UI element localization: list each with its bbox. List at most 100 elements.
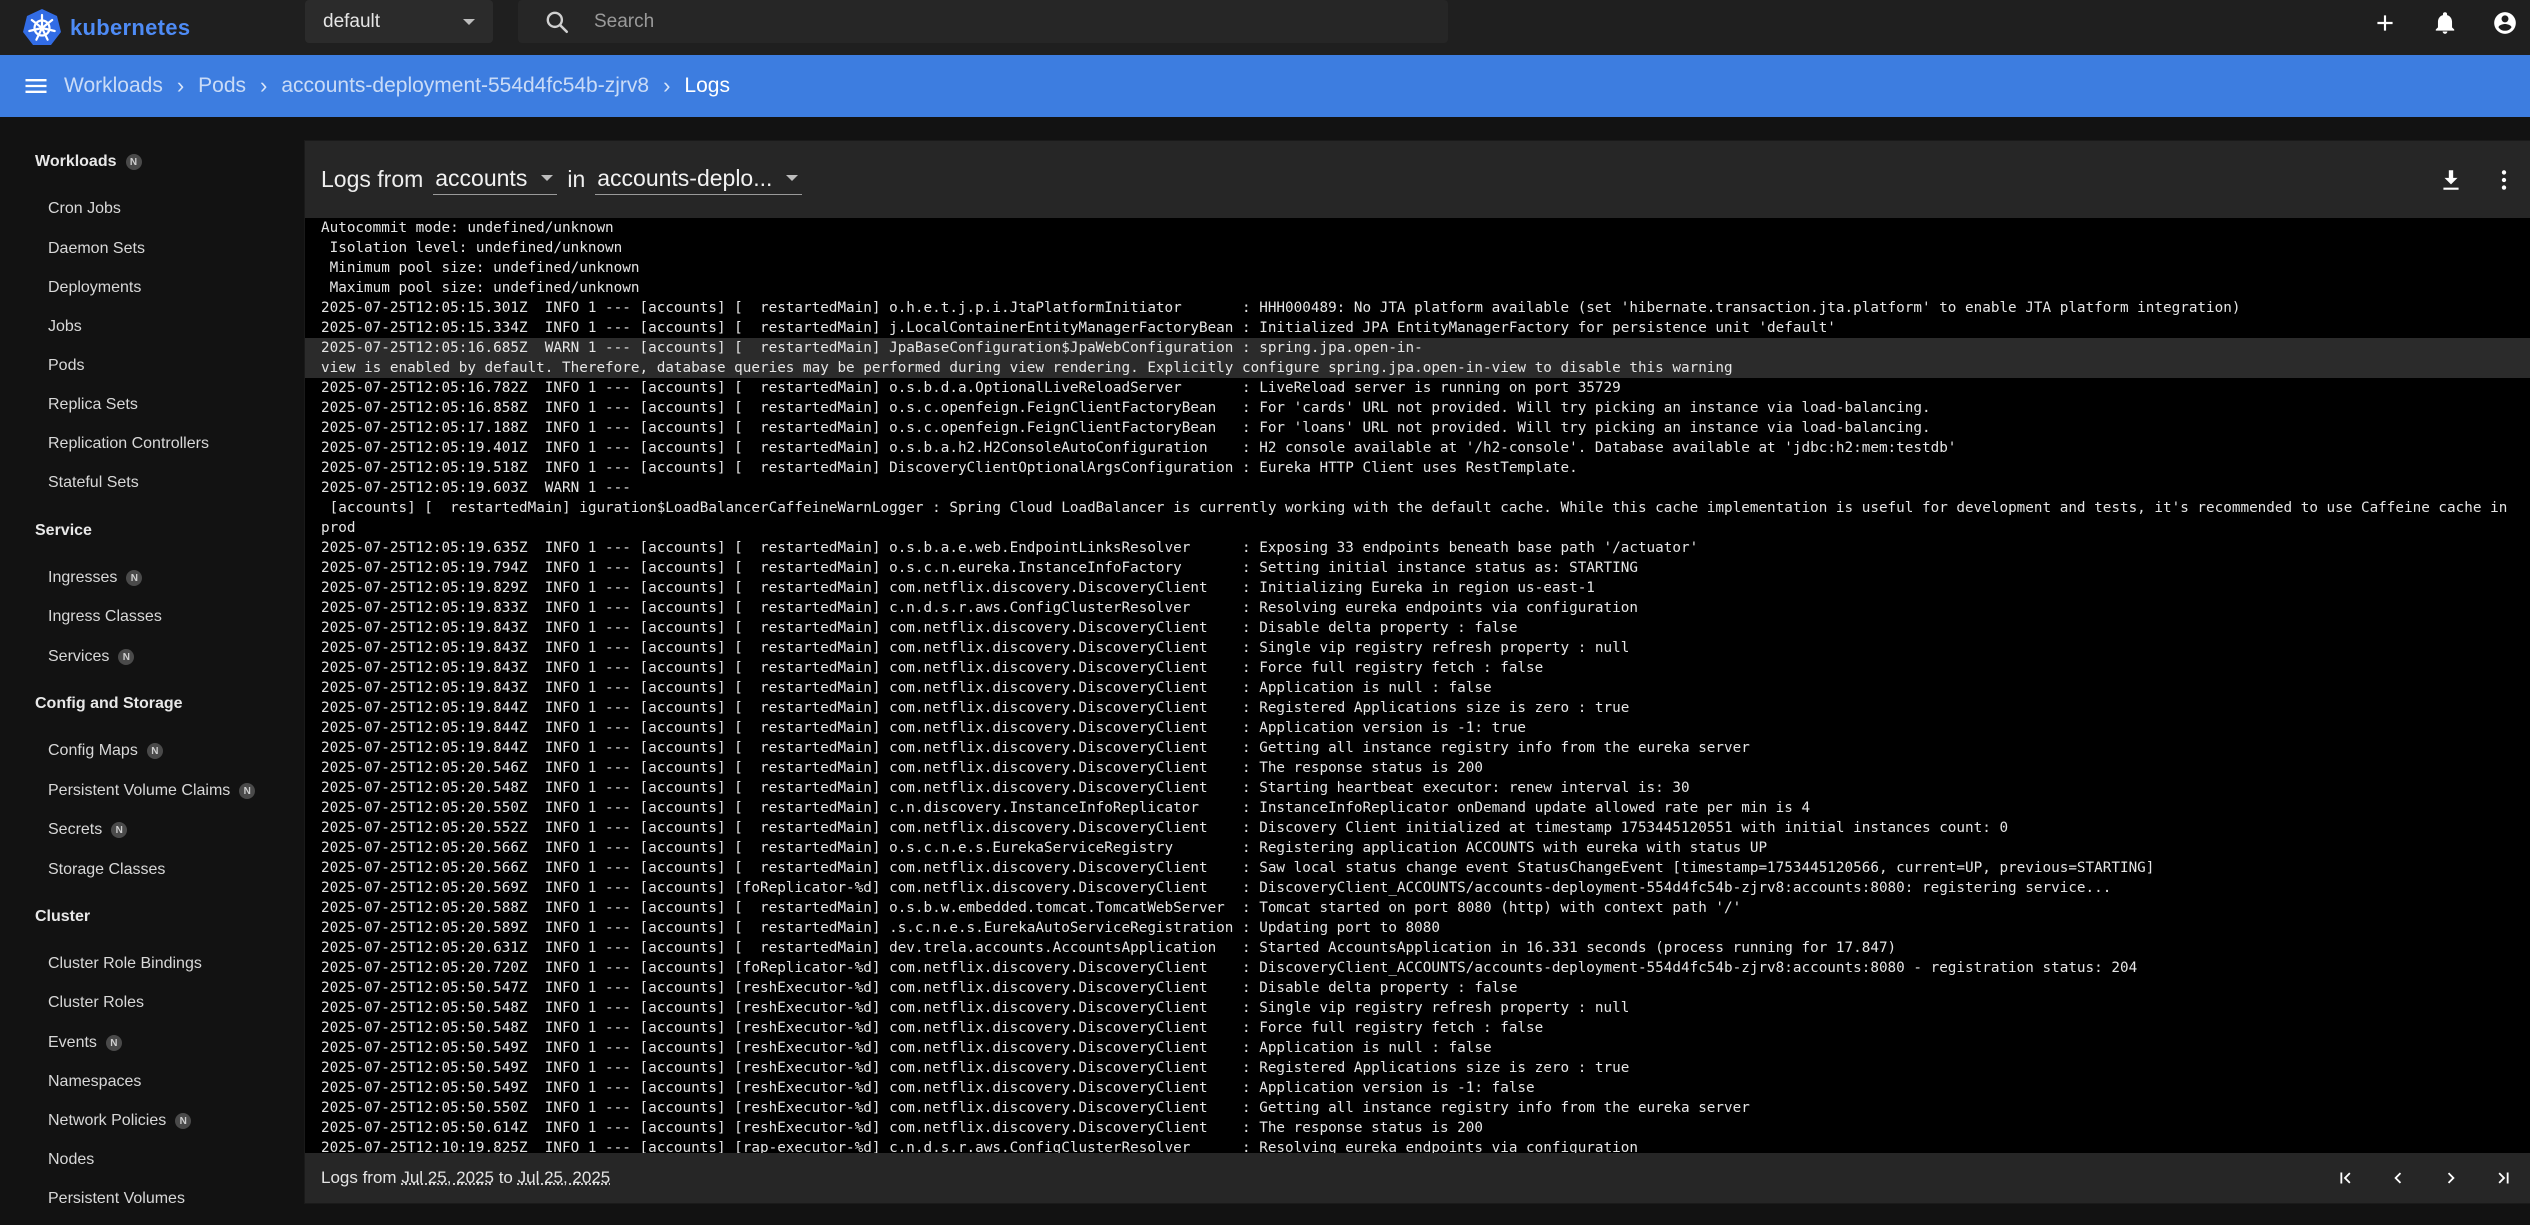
log-line: 2025-07-25T12:05:19.833Z INFO 1 --- [acc… (321, 600, 1638, 616)
sidebar-item-label: Network Policies (48, 1112, 167, 1129)
next-page-button[interactable] (2424, 1167, 2477, 1189)
sidebar-item-label: Namespaces (48, 1073, 142, 1090)
sidebar-item-nodes[interactable]: Nodes (48, 1151, 94, 1169)
sidebar-item-secrets[interactable]: Secrets N (48, 821, 128, 839)
breadcrumb-pod[interactable]: accounts-deployment-554d4fc54b-zjrv8 (281, 74, 649, 98)
chevron-right-icon (2447, 1172, 2455, 1184)
log-line: 2025-07-25T12:05:19.844Z INFO 1 --- [acc… (321, 720, 1527, 736)
log-line: 2025-07-25T12:05:50.548Z INFO 1 --- [acc… (321, 1000, 1630, 1016)
log-line: 2025-07-25T12:05:19.843Z INFO 1 --- [acc… (321, 680, 1492, 696)
sidebar-item-namespaces[interactable]: Namespaces (48, 1073, 141, 1091)
namespaced-badge: N (118, 649, 135, 665)
chevron-down-icon (463, 18, 475, 25)
chevron-down-icon (541, 175, 554, 181)
namespaced-badge: N (239, 783, 256, 799)
sidebar-section-service[interactable]: Service (35, 522, 92, 540)
sidebar-item-label: Cron Jobs (48, 200, 121, 217)
sidebar-item-deployments[interactable]: Deployments (48, 279, 141, 297)
sidebar-section-config-and-storage[interactable]: Config and Storage (35, 695, 183, 713)
sidebar-item-cluster-role-bindings[interactable]: Cluster Role Bindings (48, 955, 202, 973)
first-page-button[interactable] (2318, 1167, 2371, 1189)
sidebar-item-jobs[interactable]: Jobs (48, 318, 82, 336)
sidebar-item-network-policies[interactable]: Network Policies N (48, 1112, 192, 1130)
log-line: 2025-07-25T12:05:50.549Z INFO 1 --- [acc… (321, 1060, 1630, 1076)
log-line: 2025-07-25T12:05:17.188Z INFO 1 --- [acc… (321, 420, 1931, 436)
sidebar-item-services[interactable]: Services N (48, 648, 135, 666)
breadcrumb-bar: Workloads › Pods › accounts-deployment-5… (0, 55, 2530, 117)
log-line: 2025-07-25T12:05:20.566Z INFO 1 --- [acc… (321, 840, 1768, 856)
logs-range-to-word: to (498, 1168, 513, 1187)
sidebar-item-persistent-volume-claims[interactable]: Persistent Volume Claims N (48, 782, 256, 800)
log-line: 2025-07-25T12:05:19.829Z INFO 1 --- [acc… (321, 580, 1595, 596)
section-title: Config and Storage (35, 695, 183, 712)
chevron-left-icon (2393, 1172, 2401, 1184)
last-page-button[interactable] (2477, 1167, 2530, 1189)
more-options-button[interactable] (2477, 167, 2530, 193)
log-line: 2025-07-25T12:05:50.614Z INFO 1 --- [acc… (321, 1120, 1484, 1136)
log-line: 2025-07-25T12:05:50.549Z INFO 1 --- [acc… (321, 1080, 1535, 1096)
sidebar-item-config-maps[interactable]: Config Maps N (48, 742, 163, 760)
sidebar-item-label: Deployments (48, 279, 142, 296)
sidebar-item-events[interactable]: Events N (48, 1034, 122, 1052)
add-icon[interactable] (2372, 10, 2398, 36)
sidebar-item-label: Ingresses (48, 569, 118, 586)
sidebar-item-daemon-sets[interactable]: Daemon Sets (48, 240, 145, 258)
log-output[interactable]: Autocommit mode: undefined/unknown Isola… (305, 218, 2530, 1153)
sidebar-section-cluster[interactable]: Cluster (35, 908, 90, 926)
pod-select[interactable]: accounts-deplo... (595, 165, 803, 195)
log-line: 2025-07-25T12:05:20.631Z INFO 1 --- [acc… (321, 940, 1897, 956)
log-line: 2025-07-25T12:05:20.546Z INFO 1 --- [acc… (321, 760, 1484, 776)
chevron-down-icon (786, 175, 799, 181)
sidebar-item-label: Secrets (48, 821, 103, 838)
log-line: [accounts] [ restartedMain] iguration$Lo… (321, 500, 2508, 536)
sidebar-item-label: Stateful Sets (48, 474, 139, 491)
search-input[interactable] (592, 9, 1396, 34)
sidebar-item-stateful-sets[interactable]: Stateful Sets (48, 474, 139, 492)
sidebar: Workloads N Cron Jobs Daemon Sets Deploy… (0, 117, 302, 1225)
logs-from-label: Logs from (321, 166, 424, 192)
sidebar-item-cron-jobs[interactable]: Cron Jobs (48, 200, 121, 218)
namespaced-badge: N (111, 822, 128, 838)
log-line: Minimum pool size: undefined/unknown (321, 260, 640, 276)
sidebar-item-cluster-roles[interactable]: Cluster Roles (48, 994, 144, 1012)
log-line: 2025-07-25T12:05:19.794Z INFO 1 --- [acc… (321, 560, 1638, 576)
log-line: 2025-07-25T12:05:20.548Z INFO 1 --- [acc… (321, 780, 1690, 796)
log-line: Maximum pool size: undefined/unknown (321, 280, 640, 296)
kubernetes-logo-icon (23, 8, 61, 45)
notifications-bell-icon[interactable] (2432, 10, 2458, 36)
sidebar-item-pods[interactable]: Pods (48, 357, 84, 375)
log-line: 2025-07-25T12:05:15.301Z INFO 1 --- [acc… (321, 300, 2241, 316)
chevron-right-icon: › (260, 73, 268, 98)
breadcrumb-workloads[interactable]: Workloads (64, 74, 163, 98)
log-line: 2025-07-25T12:05:19.518Z INFO 1 --- [acc… (321, 460, 1578, 476)
breadcrumb-pods[interactable]: Pods (198, 74, 246, 98)
download-button[interactable] (2424, 167, 2477, 193)
breadcrumb: Workloads › Pods › accounts-deployment-5… (64, 73, 730, 99)
namespaced-badge: N (175, 1113, 192, 1129)
search-bar[interactable] (518, 0, 1448, 43)
log-line: 2025-07-25T12:05:19.635Z INFO 1 --- [acc… (321, 540, 1699, 556)
namespaced-badge: N (146, 743, 163, 759)
search-icon (546, 11, 569, 33)
sidebar-item-ingresses[interactable]: Ingresses N (48, 569, 143, 587)
sidebar-section-workloads[interactable]: Workloads N (35, 153, 142, 171)
log-pagination (2318, 1153, 2530, 1203)
log-line: 2025-07-25T12:05:15.334Z INFO 1 --- [acc… (321, 320, 1836, 336)
log-line: 2025-07-25T12:05:20.566Z INFO 1 --- [acc… (321, 860, 2155, 876)
sidebar-item-replica-sets[interactable]: Replica Sets (48, 396, 138, 414)
namespace-select[interactable]: default (305, 0, 493, 43)
sidebar-item-ingress-classes[interactable]: Ingress Classes (48, 608, 162, 626)
account-circle-icon[interactable] (2492, 10, 2518, 36)
menu-icon[interactable] (22, 72, 50, 100)
sidebar-item-replication-controllers[interactable]: Replication Controllers (48, 435, 209, 453)
log-line: 2025-07-25T12:05:20.588Z INFO 1 --- [acc… (321, 900, 1742, 916)
namespaced-badge: N (126, 570, 143, 586)
sidebar-item-storage-classes[interactable]: Storage Classes (48, 861, 165, 879)
brand[interactable]: kubernetes (22, 8, 302, 48)
log-line: 2025-07-25T12:05:20.589Z INFO 1 --- [acc… (321, 920, 1440, 936)
log-line: 2025-07-25T12:05:19.843Z INFO 1 --- [acc… (321, 640, 1630, 656)
previous-page-button[interactable] (2371, 1167, 2424, 1189)
sidebar-item-persistent-volumes[interactable]: Persistent Volumes (48, 1190, 185, 1208)
container-select[interactable]: accounts (433, 165, 558, 195)
log-line: 2025-07-25T12:05:19.603Z WARN 1 --- (321, 480, 631, 496)
